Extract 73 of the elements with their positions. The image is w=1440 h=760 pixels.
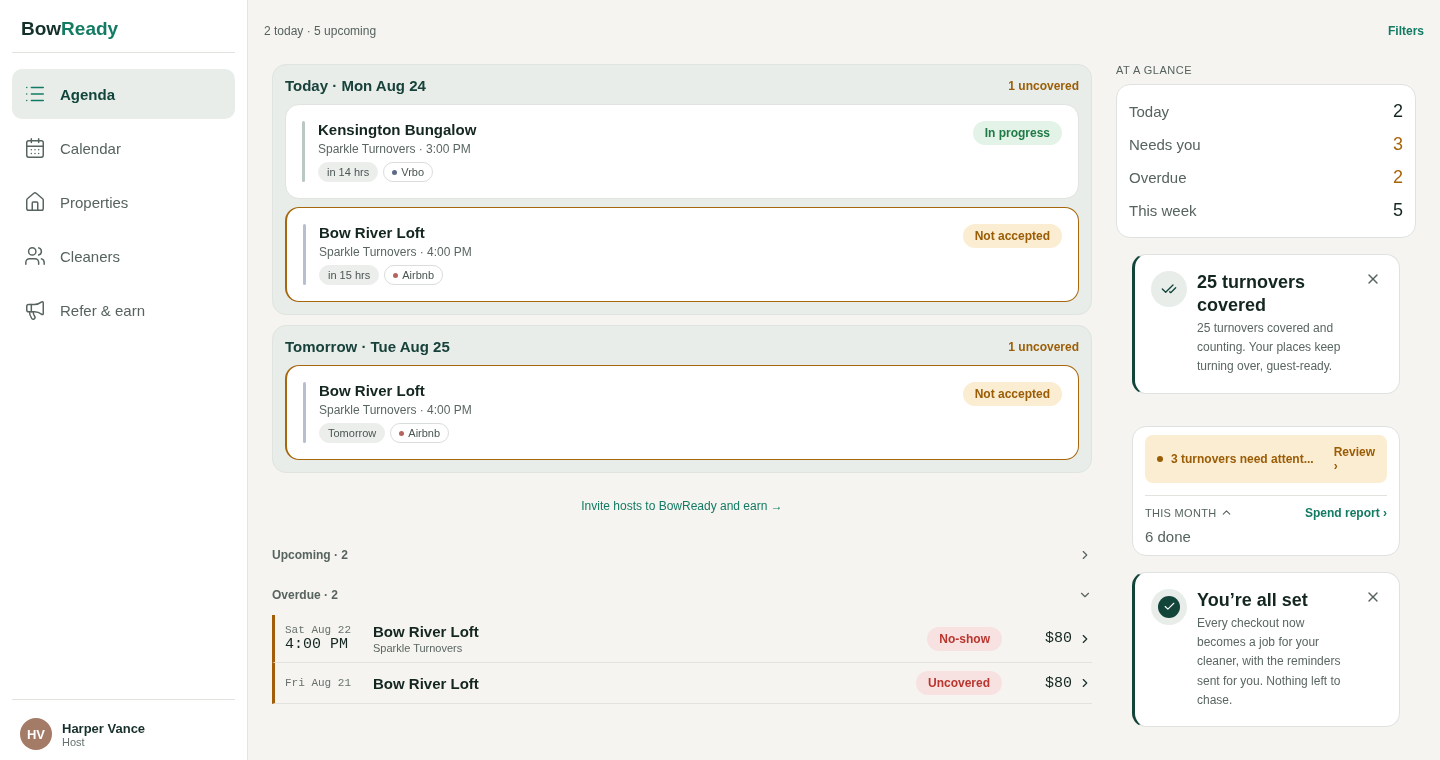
job-card[interactable]: Bow River Loft Sparkle Turnovers · 4:00 PM Tomorrow Airbnb Not accepted <box>285 365 1079 460</box>
section-toggle[interactable]: Upcoming · 2 <box>272 535 1092 575</box>
status-badge: Not accepted <box>962 224 1062 248</box>
spend-report-link[interactable]: Spend report › <box>1305 505 1387 520</box>
summary-text: 2 today · 5 upcoming <box>264 24 377 38</box>
notice-title: 25 turnovers covered <box>1197 271 1307 316</box>
alert-dot <box>1157 455 1163 462</box>
job-card[interactable]: Kensington Bungalow Sparkle Turnovers · 3:00 PM in 14 hrs Vrbo In progress <box>285 104 1079 199</box>
job-title: Kensington Bungalow <box>318 121 478 138</box>
source-tag: Airbnb <box>390 423 450 443</box>
source-tag: Airbnb <box>384 265 443 285</box>
user-role: Host <box>62 735 85 748</box>
attention-text: 3 turnovers need attent... <box>1171 451 1315 466</box>
glance-label: This week <box>1129 202 1197 219</box>
glance-label: Needs you <box>1129 136 1201 153</box>
source-tag: Vrbo <box>383 162 434 182</box>
glance-value: 5 <box>1393 200 1403 221</box>
job-title: Bow River Loft <box>319 382 426 399</box>
time-tag: Tomorrow <box>319 423 386 443</box>
user-avatar: HV <box>20 718 52 750</box>
notice-text: Every checkout now becomes a job for your cleaner, with the reminders sent for you. Nothing left to chase. <box>1197 615 1342 709</box>
overdue-date: Sat Aug 22 <box>285 624 352 636</box>
filters-link[interactable]: Filters <box>1388 24 1424 38</box>
done-count: 6 done <box>1145 527 1192 545</box>
nav-item[interactable]: Cleaners <box>12 231 235 281</box>
nav-item[interactable]: Refer & earn <box>12 285 235 335</box>
uncovered-count: 1 uncovered <box>1008 339 1079 354</box>
nav-item[interactable]: Properties <box>12 177 235 227</box>
glance-value: 2 <box>1393 101 1403 122</box>
status-badge: No-show <box>927 626 1002 651</box>
nav-item[interactable]: Calendar <box>12 123 235 173</box>
job-title: Bow River Loft <box>319 224 426 241</box>
glance-heading: AT A GLANCE <box>1116 64 1193 76</box>
invite-link[interactable]: Invite hosts to BowReady and earn → <box>581 499 783 513</box>
calendar-icon <box>24 137 46 159</box>
notice-text: 25 turnovers covered and counting. Your places keep turning over, guest-ready. <box>1197 320 1342 376</box>
time-tag: in 14 hrs <box>318 162 379 182</box>
status-badge: In progress <box>972 121 1062 145</box>
section-toggle[interactable]: Overdue · 2 <box>272 575 1092 615</box>
time-tag: in 15 hrs <box>319 265 380 285</box>
house-icon <box>24 191 46 213</box>
overdue-title: Bow River Loft <box>373 623 480 640</box>
overdue-date: Fri Aug 21 <box>285 677 352 689</box>
check-icon <box>1151 588 1187 625</box>
job-card[interactable]: Bow River Loft Sparkle Turnovers · 4:00 PM in 15 hrs Airbnb Not accepted <box>285 207 1079 302</box>
overdue-time: 4:00 PM <box>285 636 349 653</box>
megaphone-icon <box>24 299 46 321</box>
brand-logo: BowReady <box>12 0 235 53</box>
notice-title: You’re all set <box>1197 588 1309 612</box>
status-badge: Not accepted <box>962 382 1062 406</box>
nav-item[interactable]: Agenda <box>12 69 235 119</box>
overdue-title: Bow River Loft <box>373 674 480 692</box>
uncovered-count: 1 uncovered <box>1008 78 1079 93</box>
glance-value: 2 <box>1393 167 1403 188</box>
double-check-icon <box>1151 271 1187 307</box>
day-title: Today · Mon Aug 24 <box>285 77 426 94</box>
user-name: Harper Vance <box>62 720 146 736</box>
glance-label: Overdue <box>1129 169 1187 186</box>
month-toggle[interactable]: THIS MONTH <box>1145 506 1234 520</box>
status-badge: Uncovered <box>915 671 1002 695</box>
overdue-cleaner: Sparkle Turnovers <box>373 642 464 654</box>
job-detail: Sparkle Turnovers · 3:00 PM <box>318 142 472 156</box>
price-text: $80 <box>1044 630 1072 647</box>
overdue-row[interactable]: Sat Aug 22 4:00 PM Bow River Loft Sparkle Turnovers No-show $80 <box>272 615 1092 663</box>
people-icon <box>24 245 46 267</box>
job-detail: Sparkle Turnovers · 4:00 PM <box>319 245 473 259</box>
overdue-row[interactable]: Fri Aug 21 Bow River Loft Uncovered $80 <box>272 663 1092 704</box>
glance-value: 3 <box>1393 134 1403 155</box>
day-title: Tomorrow · Tue Aug 25 <box>285 338 450 355</box>
review-link[interactable]: Review › <box>1333 444 1375 473</box>
job-detail: Sparkle Turnovers · 4:00 PM <box>319 403 473 417</box>
glance-label: Today <box>1129 103 1170 120</box>
price-text: $80 <box>1044 674 1072 692</box>
